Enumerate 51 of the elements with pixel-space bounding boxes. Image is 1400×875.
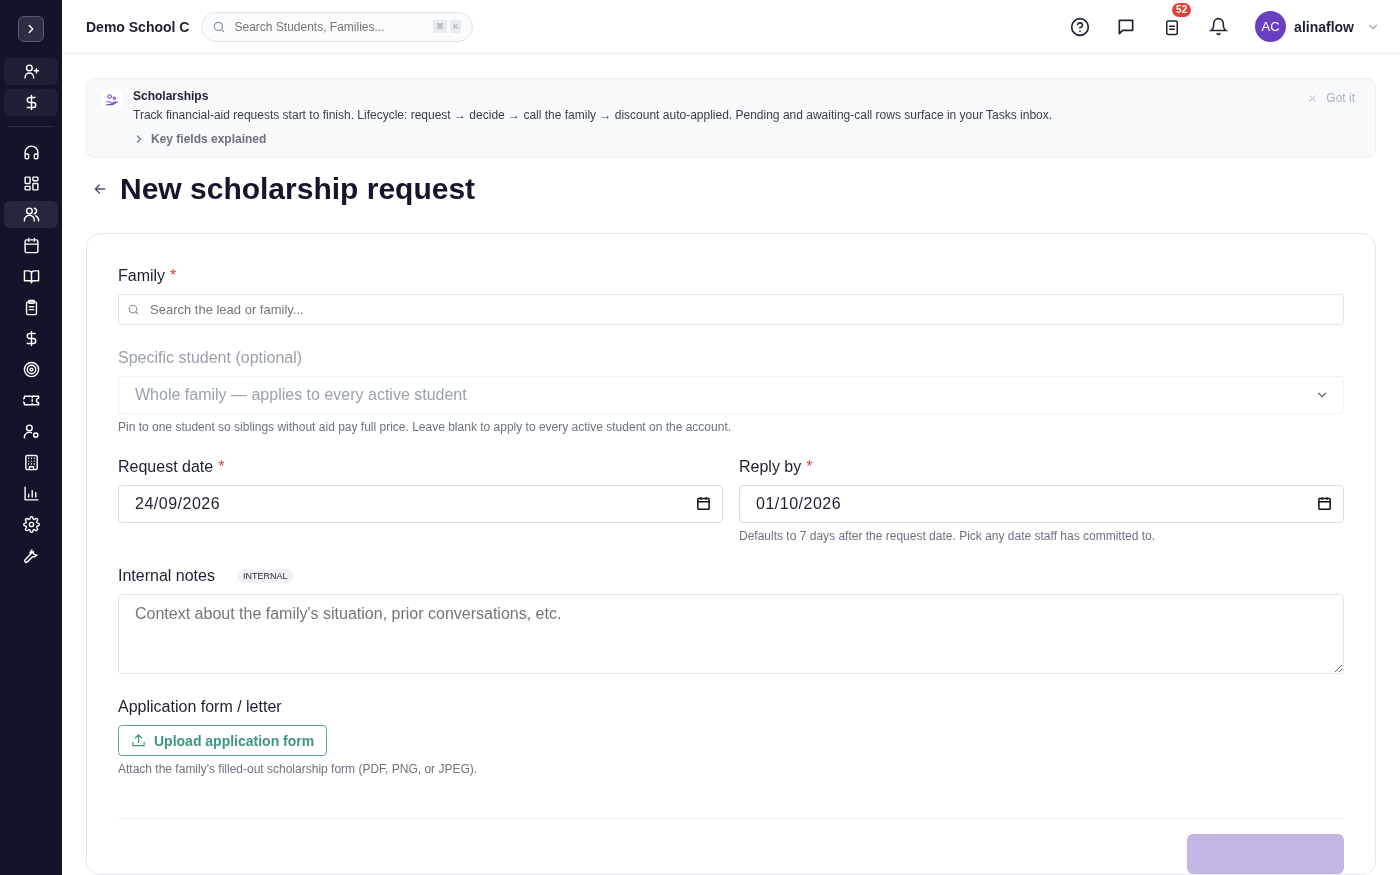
headset-icon (22, 144, 40, 161)
user-plus-icon (22, 63, 40, 80)
user-menu[interactable]: AC alinaflow (1255, 11, 1380, 42)
wrench-icon (22, 547, 40, 564)
required-mark: * (170, 267, 177, 285)
page-title: New scholarship request (120, 172, 476, 206)
date-field[interactable]: 01/10/2026 (739, 485, 1344, 523)
users-icon (22, 206, 40, 223)
calendar-icon (22, 237, 40, 254)
user-gear-icon (22, 423, 40, 440)
date-field[interactable]: 24/09/2026 (118, 485, 723, 523)
search-icon (127, 303, 140, 316)
internal-tag: INTERNAL (236, 569, 294, 583)
back-arrow-icon[interactable] (92, 181, 108, 197)
key-fields-toggle[interactable]: Key fields explained (133, 132, 267, 146)
field-label: Request date (118, 458, 214, 476)
book-icon (22, 268, 40, 285)
quick-action-item[interactable] (4, 58, 58, 85)
dashboard-icon (22, 175, 40, 192)
target-icon (22, 361, 40, 378)
bar-chart-icon (22, 485, 40, 502)
field-hint: Attach the family's filled-out scholarship form (PDF, PNG, or JPEG). (118, 762, 479, 776)
upload-icon (131, 733, 146, 748)
field-hint: Pin to one student so siblings without aid pay full price. Leave blank to apply to every active student on the account. (118, 420, 733, 434)
field-label: Application form / letter (118, 698, 283, 716)
close-icon (1307, 92, 1319, 104)
field-label: Internal notes (118, 567, 215, 585)
building-icon (22, 454, 40, 471)
search-icon (212, 19, 227, 34)
field-hint: Defaults to 7 days after the request date. Pick any date staff has committed to. (739, 529, 1156, 543)
field-label: Family (118, 267, 166, 285)
calendar-icon (1317, 496, 1332, 511)
expand-sidebar-button[interactable] (18, 16, 44, 42)
field-label: Specific student (optional) (118, 349, 304, 367)
banner-text: Track financial-aid requests start to finish. Lifecycle: request → decide → call the family → discount auto-applied. Pending and awaiting-call rows surface in your Tasks inbox. (133, 108, 1054, 122)
required-mark: * (218, 458, 225, 476)
banner-title: Scholarships (133, 89, 210, 103)
scholarship-icon (101, 89, 123, 111)
upload-button[interactable]: Upload application form (118, 725, 328, 756)
quick-action-item[interactable] (4, 89, 58, 116)
avatar: AC (1255, 11, 1287, 42)
school-name: Demo School C (86, 18, 190, 35)
settings-icon (22, 516, 40, 533)
required-mark: * (806, 458, 813, 476)
keyboard-key: K (450, 19, 462, 33)
sidebar-item[interactable] (4, 201, 58, 228)
notes-field[interactable]: Context about the family's situation, prior conversations, etc. (118, 594, 1344, 674)
field-label: Reply by (739, 458, 802, 476)
calendar-icon (696, 496, 711, 511)
family-search-field[interactable]: Search the lead or family... (118, 294, 1344, 325)
notification-count: 52 (1172, 2, 1192, 17)
